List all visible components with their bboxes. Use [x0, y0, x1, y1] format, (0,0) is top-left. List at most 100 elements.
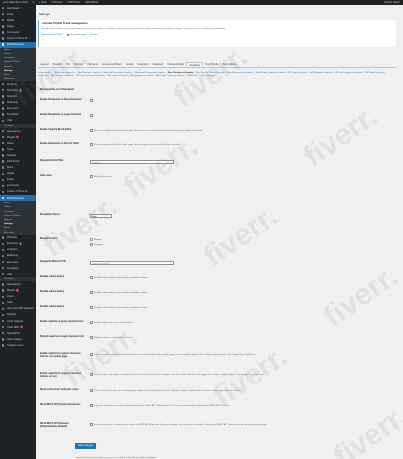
- sidebar-item-label: Users: [6, 141, 14, 145]
- count-badge: 1: [16, 135, 19, 139]
- tab-recaptcha[interactable]: reCaptcha: [186, 62, 203, 67]
- field-checkbox[interactable]: [90, 99, 93, 102]
- subnav-link-woo-register-recaptcha[interactable]: Woo Register reCaptcha: [130, 75, 153, 77]
- adminbar-item[interactable]: + New: [39, 1, 46, 4]
- subnav-link-woo-order-tracking-recaptcha[interactable]: Woo Order Tracking reCaptcha: [156, 75, 185, 77]
- radio-button[interactable]: [90, 243, 93, 246]
- field-control: Normal Compact: [90, 238, 396, 249]
- subnav-link-whitelist-ip[interactable]: Whitelist IP: [188, 75, 198, 77]
- sidebar-item-label: WooCommerce: [6, 43, 25, 47]
- tab-accounts-privacy[interactable]: Accounts & Privacy: [100, 62, 124, 67]
- subnav-link-woo-checkout-recaptcha[interactable]: Woo Checkout reCaptcha: [168, 72, 193, 74]
- tab-smtp-bundle[interactable]: Smtp Bundle: [203, 62, 221, 67]
- field-checkbox[interactable]: [90, 143, 93, 146]
- tab-subscriptions[interactable]: Subscriptions: [221, 62, 239, 67]
- radio-option-compact[interactable]: Compact: [90, 243, 396, 247]
- activate-link[interactable]: Activate PayPal FPM: [42, 34, 63, 36]
- subnav-link-wp-comment-recaptcha[interactable]: WP Comment reCaptcha: [51, 75, 74, 77]
- subnav-link-wp-register-recaptcha[interactable]: WP Register reCaptcha: [310, 72, 332, 74]
- field-control: Enable captcha on guest checkout form: [90, 321, 396, 325]
- field-checkbox[interactable]: [90, 423, 93, 426]
- subnav-separator: |: [185, 75, 187, 78]
- field-text-input[interactable]: Captcha required: [90, 261, 174, 266]
- theme-select[interactable]: Light: [90, 214, 112, 219]
- dismiss-link[interactable]: Dismiss: [90, 34, 98, 36]
- tab-integration[interactable]: Integration: [135, 62, 150, 67]
- subnav-link-woo-lost-password-recaptcha[interactable]: Woo Lost Password reCaptcha: [103, 72, 132, 74]
- menu-icon: [2, 236, 5, 239]
- menu-icon: [2, 338, 5, 341]
- radio-option-normal[interactable]: Normal: [90, 238, 396, 242]
- menu-icon: [2, 101, 5, 104]
- sidebar-item-collapse-menu[interactable]: Collapse menu: [0, 342, 36, 348]
- field-checkbox[interactable]: [90, 336, 93, 339]
- subnav-link-woo-login-recaptcha[interactable]: Woo Login reCaptcha: [55, 72, 75, 74]
- subnav-link-woo-login-recaptcha[interactable]: Woo Login reCaptcha: [107, 75, 127, 77]
- field-label: Enable Recaptcha on Login Checkout: [40, 114, 82, 116]
- count-badge: 1: [19, 89, 22, 92]
- menu-icon: [2, 178, 5, 181]
- field-checkbox[interactable]: [90, 404, 93, 407]
- field-checkbox[interactable]: [90, 129, 93, 132]
- admin-notice: Activate PayPal Fraud management Enable …: [38, 20, 396, 47]
- field-control: Captcha: [90, 160, 396, 165]
- field-description: Hide label on form: [94, 175, 112, 178]
- subnav-link-wp-post-comment-recaptcha[interactable]: WP Post Comment reCaptcha: [77, 75, 105, 77]
- tab-emails[interactable]: Emails: [124, 62, 135, 67]
- tab-payments[interactable]: Payments: [85, 62, 100, 67]
- field-label: Block REST API Checkout (Stripe/Gateway …: [40, 423, 69, 428]
- menu-icon: [2, 319, 5, 323]
- tab-checkout-fields[interactable]: Checkout Fields: [165, 62, 186, 67]
- tab-tax[interactable]: Tax: [64, 62, 72, 67]
- sidebar-item-label: Analytics: [6, 248, 17, 252]
- subnav-link-other-settings[interactable]: Other Settings: [201, 75, 214, 77]
- dont-show-checkbox[interactable]: Don't show again: [66, 34, 86, 37]
- adminbar-item[interactable]: 0: [33, 1, 34, 4]
- save-changes-button[interactable]: Save changes: [75, 443, 97, 449]
- subnav-separator: |: [166, 72, 167, 74]
- subnav-link-woo-my-account-recaptcha[interactable]: Woo My Account reCaptcha: [227, 72, 253, 74]
- adminbar-greeting[interactable]: Howdy, admin: [384, 1, 400, 4]
- sidebar-item-label: Tools: [6, 147, 13, 151]
- menu-icon: [2, 266, 5, 270]
- tab-shipping[interactable]: Shipping: [72, 62, 85, 67]
- radio-button[interactable]: [90, 238, 93, 241]
- subnav-link-woo-register-recaptcha[interactable]: Woo Register reCaptcha: [78, 72, 101, 74]
- field-checkbox[interactable]: [90, 291, 93, 294]
- field-checkbox[interactable]: [90, 321, 93, 324]
- tab-advanced[interactable]: Advanced: [151, 62, 166, 67]
- sidebar-item-label: Posts: [6, 166, 14, 170]
- adminbar-item[interactable]: woo-shop-demo.local: [3, 1, 28, 4]
- field-checkbox[interactable]: [90, 114, 93, 117]
- settings-tabs: General Products Tax Shipping Payments Accoun…: [38, 62, 396, 68]
- subnav-link-wp-lost-password-recaptcha[interactable]: WP Lost Password reCaptcha: [335, 72, 363, 74]
- sidebar-item-label: Settings: [6, 153, 17, 157]
- sidebar-item-label: Posts: [6, 12, 14, 16]
- adminbar-item[interactable]: CAPTCHA: [68, 1, 80, 4]
- field-checkbox[interactable]: [90, 373, 93, 376]
- field-description: Enable captcha for express checkout butt…: [94, 373, 265, 376]
- field-checkbox[interactable]: [90, 306, 93, 309]
- field-checkbox[interactable]: [90, 175, 93, 178]
- field-checkbox[interactable]: [90, 389, 93, 392]
- menu-icon: [2, 283, 5, 286]
- sidebar-item-label: Media: [6, 18, 14, 22]
- tab-general[interactable]: General: [38, 62, 51, 67]
- field-control: If you have added Express checkout butto…: [90, 353, 396, 357]
- field-text-input[interactable]: Captcha: [90, 160, 174, 165]
- sidebar-item-label: All-in-One WP Migration: [6, 307, 34, 311]
- subnav-link-woo-pay-for-order-recaptcha[interactable]: Woo Pay For Order reCaptcha: [196, 72, 224, 74]
- subnav-link-woo-product-review-recaptcha[interactable]: Woo Product Review reCaptcha: [256, 72, 286, 74]
- subnav-link-wp-login-recaptcha[interactable]: WP Login reCaptcha: [288, 72, 307, 74]
- field-checkbox[interactable]: [90, 353, 93, 356]
- field-label: Enable Captcha Block Editor: [40, 129, 72, 131]
- subnav-link-woo-reset-password-recaptcha[interactable]: Woo Reset Password reCaptcha: [135, 72, 165, 74]
- main-content: Settings Activate PayPal Fraud managemen…: [36, 5, 403, 459]
- subnav-link-recaptcha-key[interactable]: reCaptcha Key: [38, 72, 52, 74]
- field-checkbox[interactable]: [90, 276, 93, 279]
- adminbar-item[interactable]: Checkout: [52, 1, 63, 4]
- adminbar-item[interactable]: UpdraftPlus: [85, 1, 99, 4]
- field-description: If you have added Express checkout butto…: [94, 353, 257, 356]
- field-description: Check to enable on Pay For Order page. N…: [94, 143, 181, 146]
- tab-products[interactable]: Products: [51, 62, 64, 67]
